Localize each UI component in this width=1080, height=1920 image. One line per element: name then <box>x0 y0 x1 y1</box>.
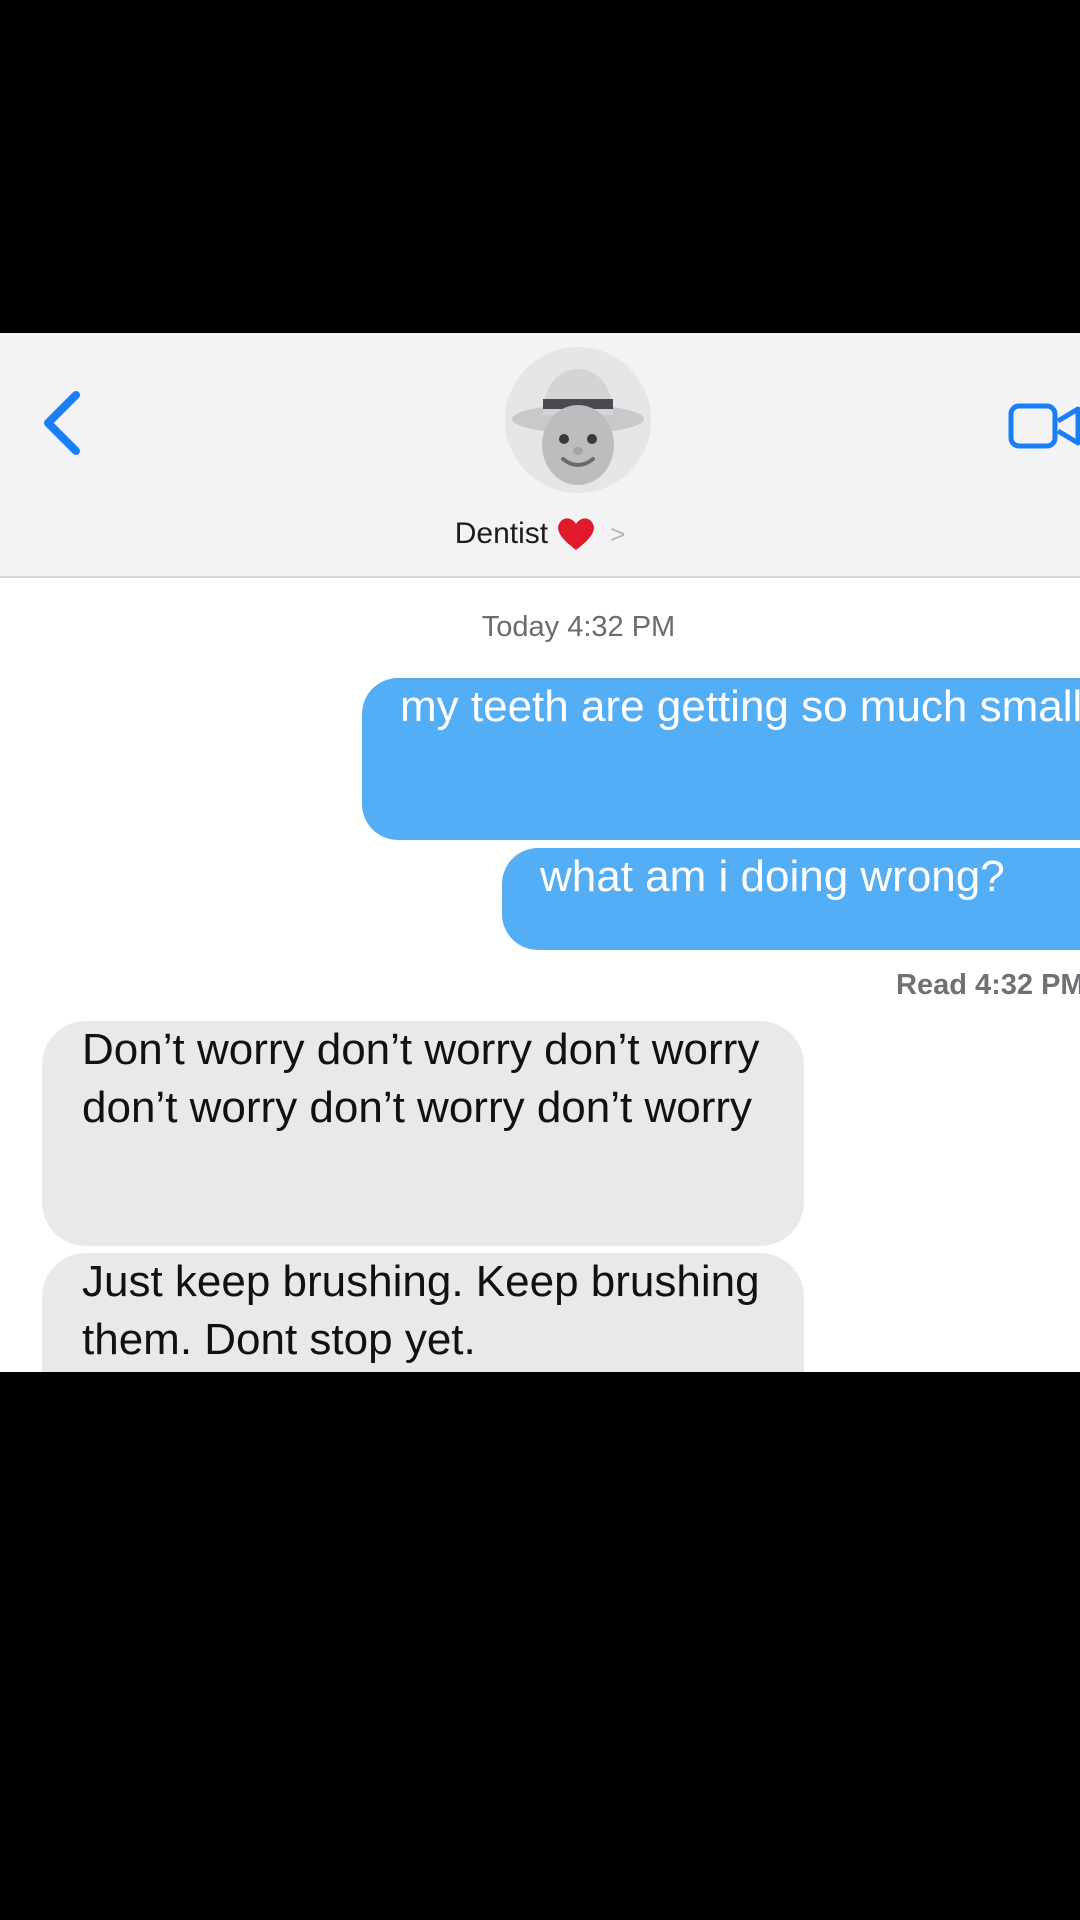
chevron-right-icon: > <box>610 518 626 549</box>
contact-name: Dentist <box>454 517 549 550</box>
facetime-video-button[interactable] <box>1008 401 1080 451</box>
chevron-left-icon <box>44 391 80 455</box>
video-camera-icon <box>1008 403 1080 449</box>
letterbox-top <box>0 0 1080 333</box>
conversation-timestamp: Today 4:32 PM <box>481 611 676 643</box>
letterbox-bottom <box>0 1372 1080 1920</box>
read-receipt: Read 4:32 PM <box>896 969 1080 1001</box>
contact-avatar[interactable] <box>505 347 651 493</box>
contact-title[interactable]: Dentist > <box>0 516 1080 552</box>
red-heart-icon <box>558 518 595 550</box>
message-bubble-sent[interactable]: my teeth are getting so much smaller <box>362 678 1080 840</box>
memoji-avatar-icon <box>505 347 651 493</box>
message-bubble-received[interactable]: Don’t worry don’t worry don’t worry don’… <box>42 1021 804 1246</box>
back-button[interactable] <box>30 383 100 463</box>
message-bubble-received[interactable]: Just keep brushing. Keep brushing them. … <box>42 1253 804 1372</box>
conversation-header: Dentist > <box>0 333 1080 578</box>
messages-screen: Dentist > Today 4:32 PM my teeth are get… <box>0 333 1080 1372</box>
message-bubble-sent[interactable]: what am i doing wrong? <box>502 848 1080 950</box>
